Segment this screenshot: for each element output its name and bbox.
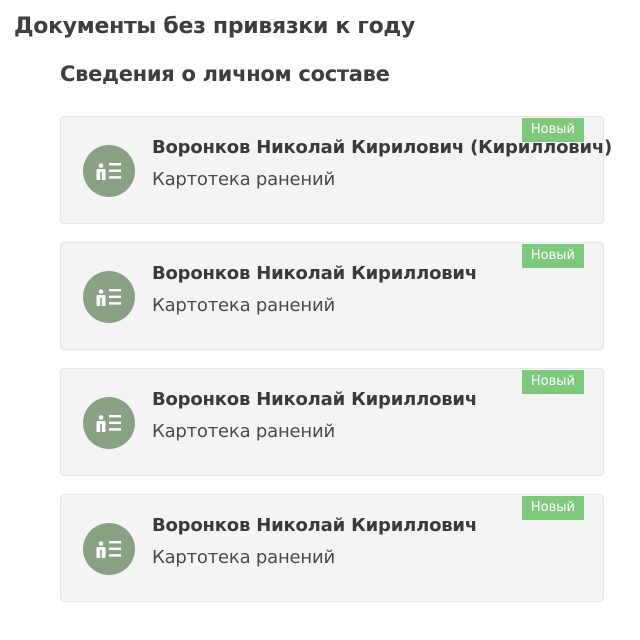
personnel-card-icon [83, 523, 135, 575]
person-name: Воронков Николай Кириллович [152, 389, 477, 410]
new-badge: Новый [521, 118, 584, 142]
document-type: Картотека ранений [152, 547, 335, 568]
person-name: Воронков Николай Кириллович [152, 515, 477, 536]
section-title: Документы без привязки к году [14, 14, 415, 39]
new-badge: Новый [521, 496, 584, 520]
document-card[interactable]: Воронков Николай Кирилович (Кириллович) … [60, 116, 612, 224]
document-card[interactable]: Воронков Николай Кириллович Картотека ра… [60, 494, 604, 602]
person-name: Воронков Николай Кириллович [152, 263, 477, 284]
document-list: Воронков Николай Кирилович (Кириллович) … [60, 116, 612, 620]
document-type: Картотека ранений [152, 295, 335, 316]
subsection-title: Сведения о личном составе [60, 62, 390, 86]
page: Документы без привязки к году Сведения о… [0, 0, 640, 640]
personnel-card-icon [83, 397, 135, 449]
new-badge: Новый [521, 370, 584, 394]
personnel-card-icon [83, 145, 135, 197]
document-type: Картотека ранений [152, 421, 335, 442]
document-card[interactable]: Воронков Николай Кириллович Картотека ра… [60, 242, 604, 350]
document-card[interactable]: Воронков Николай Кириллович Картотека ра… [60, 368, 604, 476]
document-type: Картотека ранений [152, 169, 335, 190]
new-badge: Новый [521, 244, 584, 268]
personnel-card-icon [83, 271, 135, 323]
